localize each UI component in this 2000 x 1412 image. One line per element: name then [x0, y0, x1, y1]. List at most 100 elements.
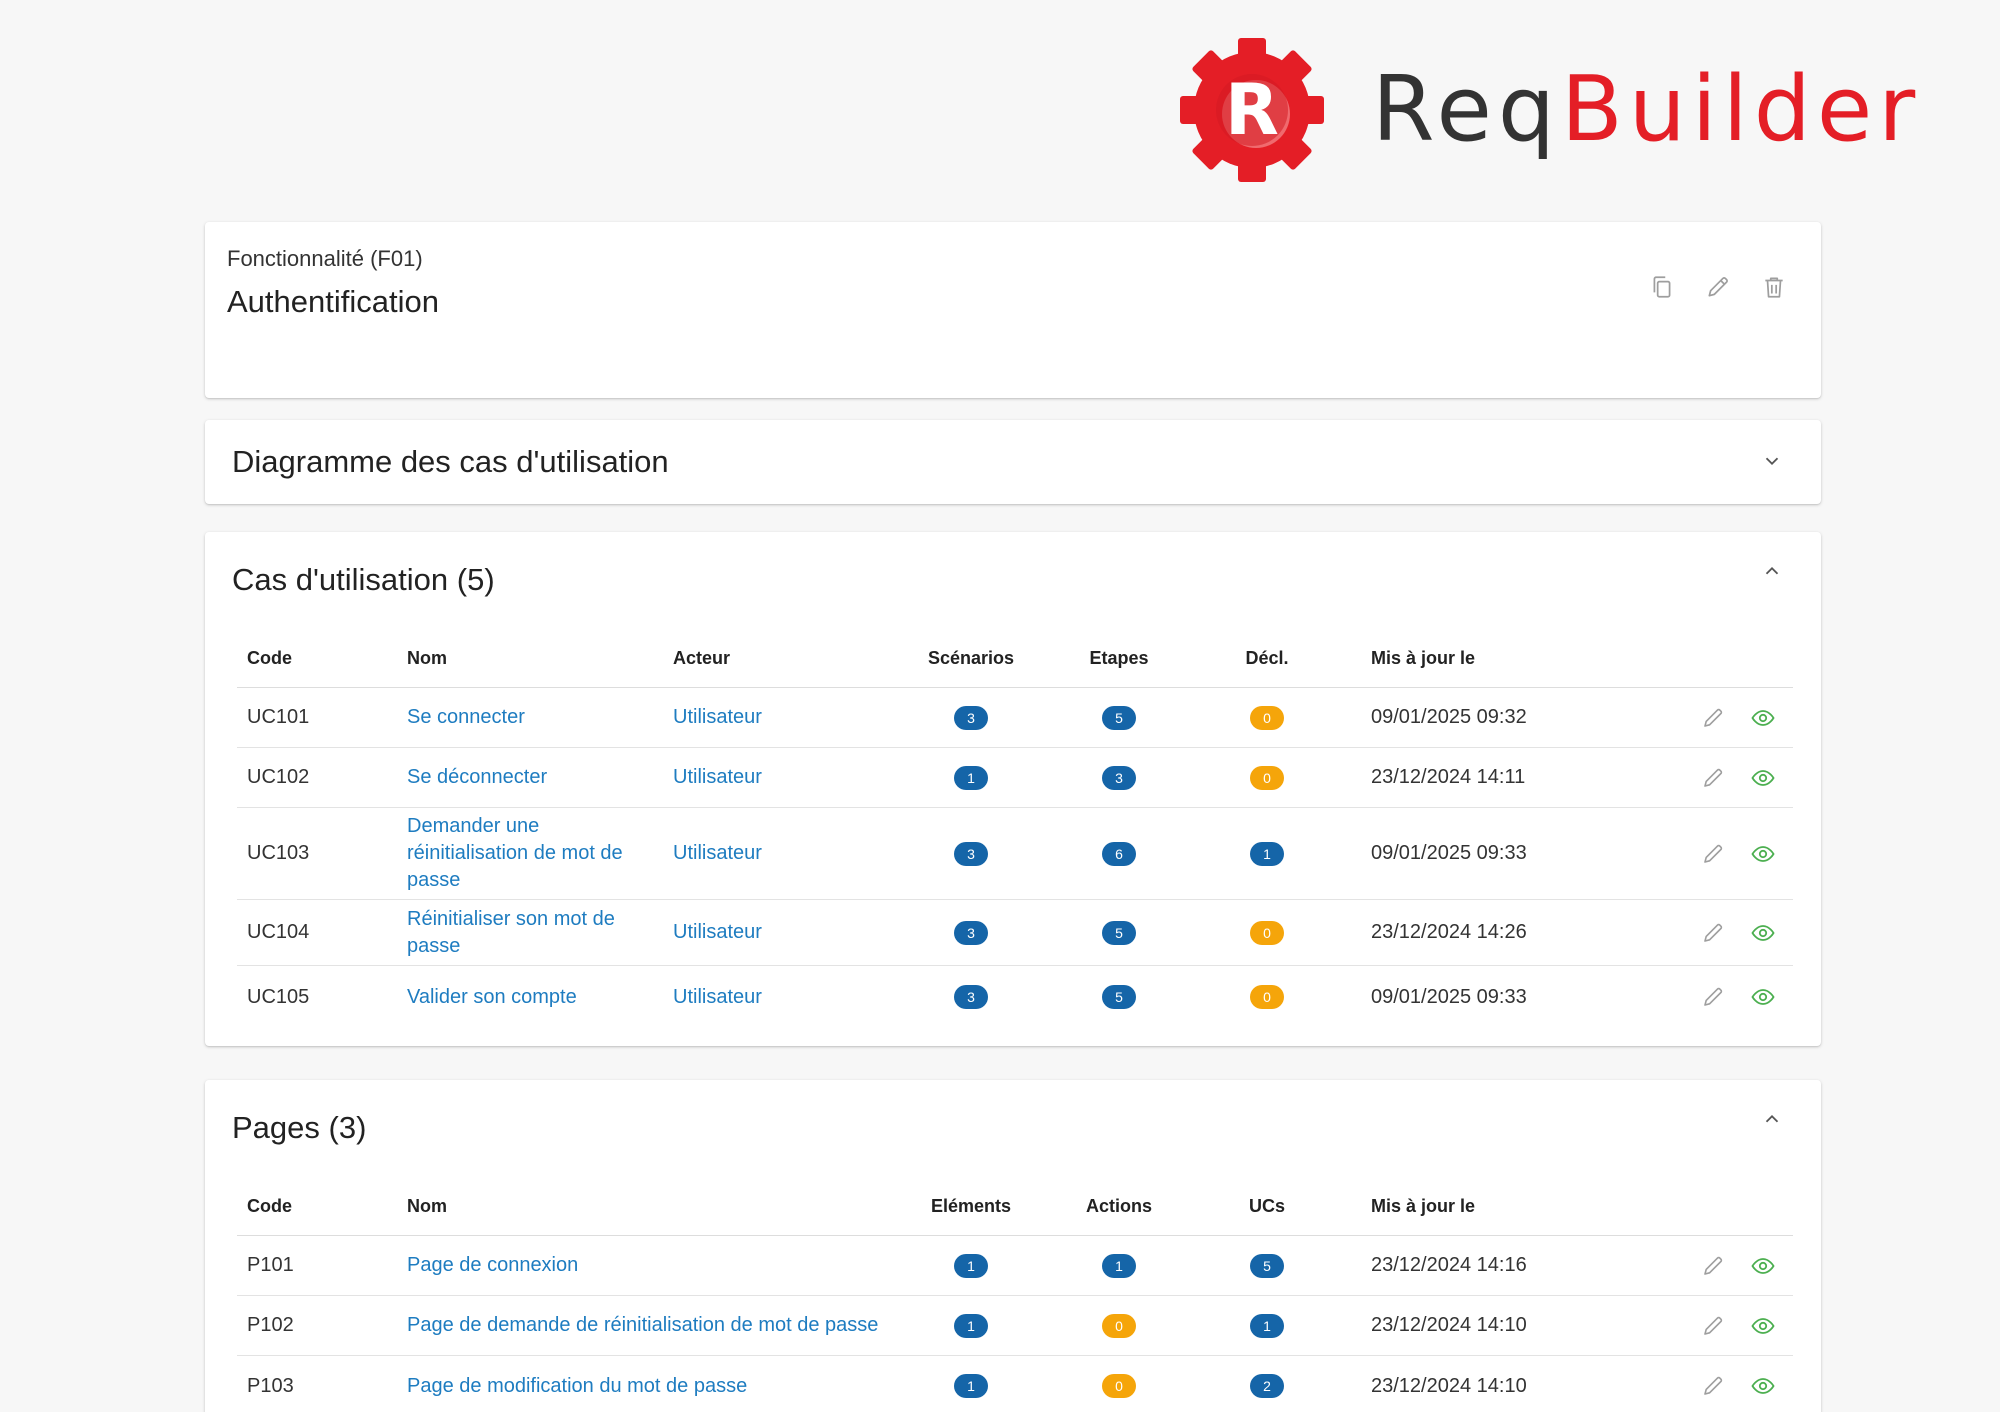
- eye-icon[interactable]: [1751, 1254, 1775, 1278]
- elements-badge: 1: [954, 1374, 988, 1398]
- decl-badge: 0: [1250, 765, 1284, 790]
- edit-pencil-icon[interactable]: [1701, 1254, 1725, 1278]
- uc-name-link[interactable]: Se déconnecter: [407, 766, 547, 788]
- table-row: UC101 Se connecter Utilisateur 3 5 0 09/…: [237, 688, 1793, 748]
- column-header-nom[interactable]: Nom: [397, 648, 663, 669]
- eye-icon[interactable]: [1751, 1374, 1775, 1398]
- page-name-link[interactable]: Page de demande de réinitialisation de m…: [407, 1314, 878, 1336]
- gear-logo-icon: R: [1180, 38, 1324, 182]
- uc-code: UC103: [247, 842, 310, 864]
- ucs-badge: 1: [1250, 1313, 1284, 1338]
- edit-pencil-icon[interactable]: [1701, 766, 1725, 790]
- page-code: P101: [247, 1254, 294, 1276]
- uc-code: UC102: [247, 766, 310, 788]
- uc-name-link[interactable]: Valider son compte: [407, 986, 577, 1008]
- brand-name-builder: Builder: [1561, 57, 1922, 162]
- feature-title: Authentification: [227, 284, 439, 319]
- uc-code: UC101: [247, 706, 310, 728]
- eye-icon[interactable]: [1751, 921, 1775, 945]
- uc-actor-link[interactable]: Utilisateur: [673, 842, 762, 864]
- trash-icon[interactable]: [1761, 274, 1787, 300]
- eye-icon[interactable]: [1751, 842, 1775, 866]
- scenarios-badge: 3: [954, 841, 988, 866]
- brand-name: Req Builder: [1372, 65, 1921, 155]
- ucs-badge: 2: [1250, 1374, 1284, 1398]
- chevron-up-icon[interactable]: [1761, 560, 1783, 582]
- edit-pencil-icon[interactable]: [1701, 706, 1725, 730]
- brand-name-req: Req: [1372, 57, 1561, 162]
- diagram-panel-title: Diagramme des cas d'utilisation: [232, 444, 669, 479]
- edit-pencil-icon[interactable]: [1701, 1314, 1725, 1338]
- updated-date: 23/12/2024 14:10: [1371, 1314, 1527, 1336]
- elements-badge: 1: [954, 1253, 988, 1278]
- page-code: P102: [247, 1314, 294, 1336]
- feature-toolbar: [1649, 274, 1787, 300]
- elements-badge: 1: [954, 1313, 988, 1338]
- eye-icon[interactable]: [1751, 1314, 1775, 1338]
- column-header-decl[interactable]: Décl.: [1193, 648, 1341, 669]
- page-name-link[interactable]: Page de connexion: [407, 1254, 578, 1276]
- table-row: P103 Page de modification du mot de pass…: [237, 1356, 1793, 1412]
- copy-icon[interactable]: [1649, 274, 1675, 300]
- column-header-etapes[interactable]: Etapes: [1045, 648, 1193, 669]
- table-row: UC104 Réinitialiser son mot de passe Uti…: [237, 900, 1793, 966]
- column-header-nom[interactable]: Nom: [397, 1196, 897, 1217]
- column-header-code[interactable]: Code: [237, 1196, 397, 1217]
- etapes-badge: 5: [1102, 705, 1136, 730]
- uc-actor-link[interactable]: Utilisateur: [673, 986, 762, 1008]
- uc-name-link[interactable]: Demander une réinitialisation de mot de …: [407, 815, 623, 891]
- logo-letter: R: [1225, 69, 1279, 151]
- updated-date: 09/01/2025 09:33: [1371, 985, 1527, 1008]
- updated-date: 23/12/2024 14:11: [1371, 766, 1526, 788]
- table-row: UC103 Demander une réinitialisation de m…: [237, 808, 1793, 900]
- edit-pencil-icon[interactable]: [1701, 1374, 1725, 1398]
- column-header-code[interactable]: Code: [237, 648, 397, 669]
- uc-code: UC105: [247, 985, 310, 1008]
- eye-icon[interactable]: [1751, 706, 1775, 730]
- eye-icon[interactable]: [1751, 985, 1775, 1009]
- updated-date: 23/12/2024 14:16: [1371, 1254, 1527, 1276]
- scenarios-badge: 1: [954, 765, 988, 790]
- ucs-badge: 5: [1250, 1253, 1284, 1278]
- column-header-ucs[interactable]: UCs: [1193, 1196, 1341, 1217]
- feature-code-label: Fonctionnalité (F01): [227, 246, 423, 271]
- etapes-badge: 5: [1102, 985, 1136, 1009]
- column-header-scenarios[interactable]: Scénarios: [897, 648, 1045, 669]
- column-header-updated[interactable]: Mis à jour le: [1341, 648, 1661, 669]
- decl-badge: 0: [1250, 705, 1284, 730]
- uc-name-link[interactable]: Réinitialiser son mot de passe: [407, 908, 615, 957]
- pages-table: Code Nom Eléments Actions UCs Mis à jour…: [237, 1178, 1793, 1412]
- edit-pencil-icon[interactable]: [1701, 985, 1725, 1009]
- table-header: Code Nom Acteur Scénarios Etapes Décl. M…: [237, 630, 1793, 688]
- edit-pencil-icon[interactable]: [1701, 842, 1725, 866]
- uc-actor-link[interactable]: Utilisateur: [673, 921, 762, 943]
- updated-date: 23/12/2024 14:10: [1371, 1374, 1527, 1397]
- pencil-icon[interactable]: [1705, 274, 1731, 300]
- decl-badge: 0: [1250, 920, 1284, 945]
- page-name-link[interactable]: Page de modification du mot de passe: [407, 1375, 747, 1397]
- scenarios-badge: 3: [954, 985, 988, 1009]
- edit-pencil-icon[interactable]: [1701, 921, 1725, 945]
- table-header: Code Nom Eléments Actions UCs Mis à jour…: [237, 1178, 1793, 1236]
- scenarios-badge: 3: [954, 705, 988, 730]
- table-row: P101 Page de connexion 1 1 5 23/12/2024 …: [237, 1236, 1793, 1296]
- column-header-actions[interactable]: Actions: [1045, 1196, 1193, 1217]
- actions-badge: 0: [1102, 1374, 1136, 1398]
- etapes-badge: 6: [1102, 841, 1136, 866]
- uc-name-link[interactable]: Se connecter: [407, 706, 525, 728]
- chevron-up-icon[interactable]: [1761, 1108, 1783, 1130]
- eye-icon[interactable]: [1751, 766, 1775, 790]
- etapes-badge: 3: [1102, 765, 1136, 790]
- chevron-down-icon[interactable]: [1761, 450, 1783, 472]
- uc-actor-link[interactable]: Utilisateur: [673, 706, 762, 728]
- column-header-elements[interactable]: Eléments: [897, 1196, 1045, 1217]
- decl-badge: 1: [1250, 841, 1284, 866]
- page-code: P103: [247, 1374, 294, 1397]
- column-header-updated[interactable]: Mis à jour le: [1341, 1196, 1661, 1217]
- uc-actor-link[interactable]: Utilisateur: [673, 766, 762, 788]
- pages-panel: Pages (3) Code Nom Eléments Actions UCs …: [205, 1080, 1821, 1412]
- column-header-acteur[interactable]: Acteur: [663, 648, 897, 669]
- uc-code: UC104: [247, 921, 310, 943]
- diagram-panel[interactable]: Diagramme des cas d'utilisation: [205, 420, 1821, 504]
- pages-panel-title: Pages (3): [232, 1110, 367, 1145]
